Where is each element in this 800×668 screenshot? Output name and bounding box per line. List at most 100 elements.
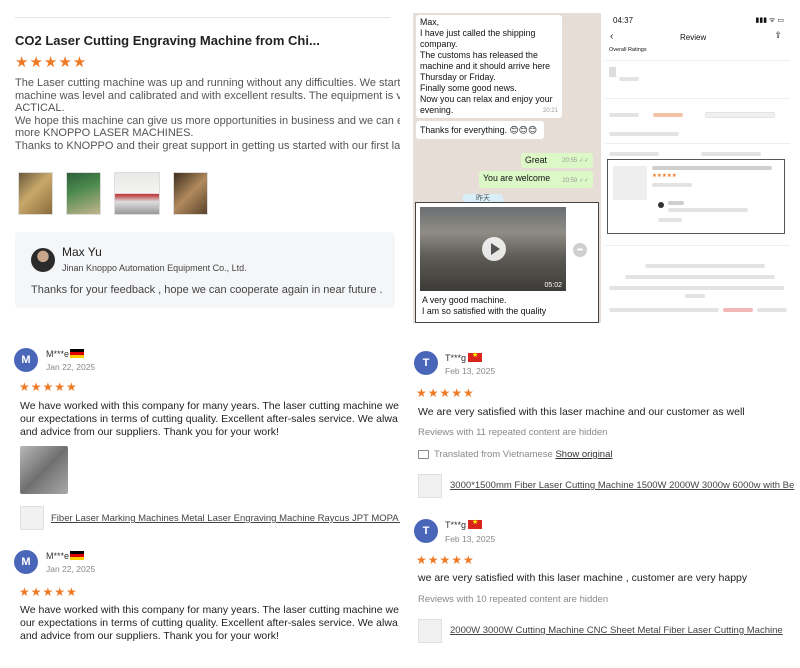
review-date: Feb 13, 2025 [445,534,496,544]
placeholder-tab [653,113,683,117]
video-duration: 05:02 [544,282,562,289]
divider [605,98,790,99]
review-product-title[interactable]: CO2 Laser Cutting Engraving Machine from… [15,33,395,48]
placeholder-text [645,264,765,268]
chat-line: Thursday or Friday. [420,72,496,82]
order-card: ★★★★★ [607,159,785,234]
reviewer-name: M***e [46,349,70,359]
hidden-reviews-note: Reviews with 11 repeated content are hid… [418,427,608,438]
reviewer-name: M***e [46,551,70,561]
status-time: 04:37 [613,16,634,25]
placeholder-search [705,112,775,118]
placeholder-text [668,208,748,212]
avatar: T [414,351,438,375]
review-line: We have worked with this company for man… [20,400,399,412]
chat-line: machine and it should arrive here [420,61,551,71]
show-original-link[interactable]: Show original [555,449,612,460]
reply-message: Thanks for your feedback , hope we can c… [31,284,383,296]
rating-stars: ★★★★★ [15,54,88,71]
review-line: and advice from our suppliers. Thank you… [20,426,279,438]
video-thumbnail[interactable]: 05:02 [420,207,566,291]
chat-text: You are welcome [483,173,551,183]
translation-note: Translated from Vietnamese Show original [434,449,613,460]
mobile-review-screenshot: 04:37 ▮▮▮ ᯤ ▭ ‹ Review ⇪ Overall Ratings… [605,13,790,323]
review-card: M M***e Jan 22, 2025 ★★★★★ We have worke… [0,545,400,668]
placeholder-text [723,308,753,312]
review-photos [18,172,208,215]
message-time: 20:21 [542,108,558,114]
placeholder-text [609,308,719,312]
share-icon[interactable]: ⇪ [774,30,782,41]
divider [605,60,790,61]
placeholder-text [668,201,684,205]
avatar [31,248,55,272]
placeholder-text [619,77,639,81]
translate-icon [418,450,429,459]
review-photo-thumb[interactable] [20,446,68,494]
review-body: The Laser cutting machine was up and run… [15,77,400,152]
reply-company: Jinan Knoppo Automation Equipment Co., L… [62,263,247,273]
product-link[interactable]: 3000*1500mm Fiber Laser Cutting Machine … [450,480,794,491]
review-text: We are very satisfied with this laser ma… [418,406,745,418]
review-line: ACTICAL. [15,102,65,114]
review-text: we are very satisfied with this laser ma… [418,572,748,584]
review-photo-thumb[interactable] [114,172,160,215]
forward-icon[interactable]: ➦ [573,243,587,257]
germany-flag-icon [70,349,84,358]
placeholder-text [701,152,761,156]
reviewer-name: T***g [445,353,467,363]
placeholder-text [609,286,784,290]
review-line: and advice from our suppliers. Thank you… [20,630,279,642]
chat-line: I have just called the shipping [420,28,536,38]
review-line: our expectations in terms of cutting qua… [20,413,398,425]
product-thumb[interactable] [418,619,442,643]
supplier-reply: Max Yu Jinan Knoppo Automation Equipment… [15,232,395,308]
rating-stars: ★★★★★ [19,585,78,599]
germany-flag-icon [70,551,84,560]
chat-line: company. [420,39,458,49]
rating-stars: ★★★★★ [19,380,78,394]
review-line: machine was level and calibrated and wit… [15,89,400,102]
review-line: We have worked with this company for man… [20,604,399,616]
placeholder-text [652,183,692,187]
review-card: T T***g Feb 13, 2025 ★★★★★ We are very s… [410,340,800,505]
chat-line: evening. [420,105,454,115]
overall-ratings-label: Overall Ratings [609,47,647,53]
chat-message-incoming: Max, I have just called the shipping com… [416,15,562,118]
play-icon[interactable] [482,237,506,261]
chat-line: The customs has released the [420,50,538,60]
review-line: The Laser cutting machine was up and run… [15,77,400,89]
divider [15,17,390,18]
product-link[interactable]: Fiber Laser Marking Machines Metal Laser… [51,513,400,524]
chat-message-outgoing: You are welcome 20:59 ✓✓ [479,171,593,188]
avatar: T [414,519,438,543]
product-link[interactable]: 2000W 3000W Cutting Machine CNC Sheet Me… [450,625,783,636]
review-date: Jan 22, 2025 [46,362,96,372]
divider [605,143,790,144]
back-icon[interactable]: ‹ [610,31,613,42]
message-time: 20:55 ✓✓ [562,158,589,164]
placeholder-text [757,308,787,312]
review-line: Thanks to KNOPPO and their great support… [15,139,400,152]
review-card: T T***g Feb 13, 2025 ★★★★★ we are very s… [410,508,800,668]
review-photo-thumb[interactable] [18,172,53,215]
review-date: Jan 22, 2025 [46,564,96,574]
review-photo-thumb[interactable] [66,172,101,215]
placeholder-text [625,275,775,279]
screen-title: Review [680,33,707,42]
avatar: M [14,348,38,372]
product-thumb[interactable] [418,474,442,498]
chat-message-outgoing: Great 20:55 ✓✓ [521,153,593,168]
review-photo-thumb[interactable] [173,172,208,215]
product-thumb[interactable] [20,506,44,530]
chat-line: A very good machine. [422,295,507,305]
rating-stars: ★★★★★ [416,386,475,400]
status-icons: ▮▮▮ ᯤ ▭ [755,17,784,24]
translated-from-label: Translated from Vietnamese [434,449,553,460]
chat-line: I am so satisfied with the quality [422,306,547,316]
placeholder-text [652,166,772,170]
avatar [658,202,664,208]
chat-screenshot: Max, I have just called the shipping com… [413,13,601,323]
review-date: Feb 13, 2025 [445,366,496,376]
review-text: We have worked with this company for man… [20,604,399,643]
